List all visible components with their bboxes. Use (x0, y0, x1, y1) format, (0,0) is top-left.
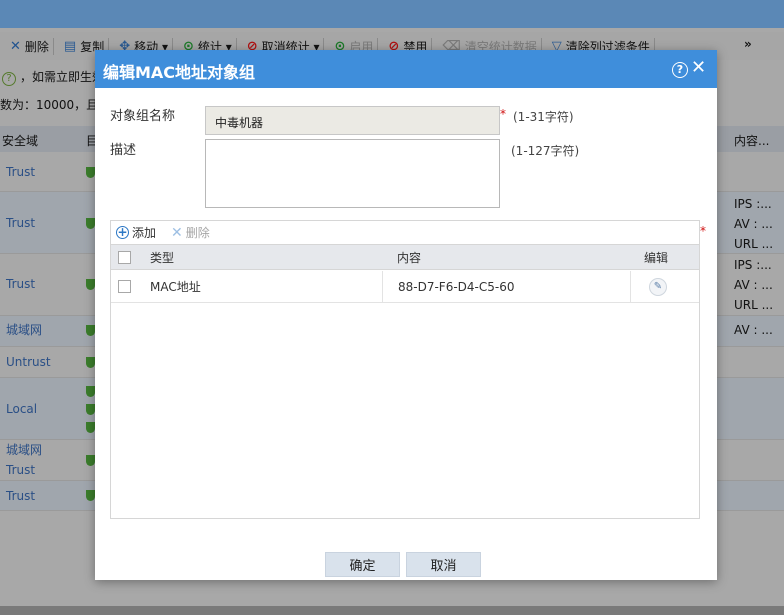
row-type: MAC地址 (150, 280, 201, 294)
more-toolbar-button[interactable]: » (744, 37, 752, 51)
toolbar-delete[interactable]: ✕ 删除 (6, 37, 54, 55)
copy-icon: ▤ (63, 38, 77, 54)
count-text: 数为：10000，且 (0, 98, 99, 112)
zone-link[interactable]: Trust (6, 162, 35, 182)
shield-icon (86, 422, 95, 433)
group-name-input[interactable]: 中毒机器 (205, 106, 500, 135)
grid-header: 类型 内容 编辑 (111, 244, 699, 270)
content-cell: AV : ... (734, 323, 773, 337)
column-divider (630, 271, 631, 302)
top-bar (0, 0, 784, 28)
row-content: 88-D7-F6-D4-C5-60 (398, 279, 515, 294)
description-hint: (1-127字符) (511, 144, 580, 158)
dialog-header: 编辑MAC地址对象组 ? ✕ (95, 50, 717, 88)
column-content[interactable]: 内容 (397, 245, 421, 269)
zone-link[interactable]: 城域网 Trust (6, 440, 42, 480)
shield-icon (86, 455, 95, 466)
shield-icon (86, 279, 95, 290)
hint-text: ? ，如需立即生效 (0, 68, 104, 90)
shield-icon (86, 490, 95, 501)
select-all-checkbox[interactable] (118, 250, 131, 264)
zone-link[interactable]: Trust (6, 486, 35, 506)
plus-icon: + (116, 225, 129, 239)
delete-button[interactable]: ✕ 删除 (171, 224, 210, 241)
column-zone[interactable]: 安全域 (2, 132, 38, 149)
zone-link[interactable]: Untrust (6, 352, 51, 372)
shield-icon (86, 218, 95, 229)
dialog-title: 编辑MAC地址对象组 (103, 63, 256, 82)
content-cell: IPS :... AV : ... URL ... (734, 197, 774, 251)
bottom-bar (0, 606, 784, 615)
pencil-icon[interactable]: ✎ (649, 277, 667, 296)
row-checkbox-cell (118, 271, 131, 302)
zone-link[interactable]: Local (6, 399, 37, 419)
column-divider (382, 271, 383, 302)
required-mark: * (500, 107, 506, 121)
grid-toolbar: + 添加 ✕ 删除 (111, 221, 699, 243)
close-icon: ✕ (10, 38, 21, 54)
shield-icon (86, 325, 95, 336)
column-content[interactable]: 内容... (734, 132, 769, 149)
question-icon: ? (2, 72, 16, 86)
name-hint: (1-31字符) (513, 110, 574, 124)
zone-link[interactable]: 城域网 (6, 320, 42, 340)
help-icon[interactable]: ? (672, 62, 688, 78)
row-checkbox[interactable] (118, 280, 131, 293)
column-edit: 编辑 (644, 250, 669, 265)
required-mark: * (700, 224, 706, 238)
description-textarea[interactable] (205, 139, 500, 208)
shield-icon (86, 386, 95, 397)
column-type[interactable]: 类型 (150, 245, 174, 269)
edit-mac-group-dialog: 编辑MAC地址对象组 ? ✕ 对象组名称 中毒机器 * (1-31字符) 描述 … (95, 50, 717, 580)
description-label: 描述 (110, 143, 137, 158)
close-icon[interactable]: ✕ (691, 59, 706, 77)
zone-link[interactable]: Trust (6, 213, 35, 233)
cancel-button[interactable]: 取消 (406, 552, 481, 577)
row-edit-cell: ✎ (649, 271, 667, 302)
ok-button[interactable]: 确定 (325, 552, 400, 577)
shield-icon (86, 404, 95, 415)
content-cell: IPS :... AV : ... URL ... (734, 258, 774, 312)
name-label: 对象组名称 (110, 109, 176, 124)
close-icon: ✕ (171, 224, 183, 241)
add-button[interactable]: + 添加 (116, 224, 156, 241)
zone-link[interactable]: Trust (6, 274, 35, 294)
shield-icon (86, 357, 95, 368)
table-row[interactable]: MAC地址 88-D7-F6-D4-C5-60 ✎ (111, 271, 699, 303)
mac-address-grid: + 添加 ✕ 删除 类型 内容 编辑 MAC地址 88-D7-F6-D4-C5-… (110, 220, 700, 519)
select-all-checkbox-cell (118, 245, 131, 269)
shield-icon (86, 167, 95, 178)
